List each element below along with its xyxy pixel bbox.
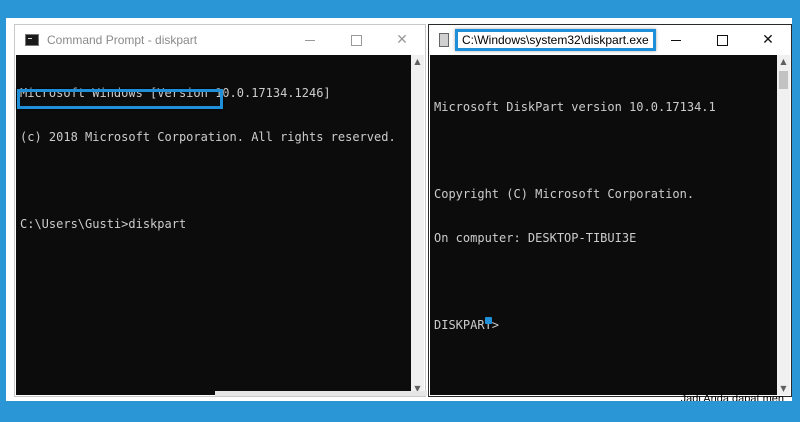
horizontal-scrollbar[interactable] [215, 391, 427, 396]
mouse-cursor-icon [485, 316, 493, 324]
window-title: Command Prompt - diskpart [47, 33, 198, 47]
window-controls: ✕ [653, 25, 791, 55]
page-canvas: Command Prompt - diskpart ✕ Microsoft Wi… [6, 18, 792, 401]
scroll-down-icon[interactable]: ▼ [779, 384, 788, 393]
diskpart-window[interactable]: C:\Windows\system32\diskpart.exe ✕ Micro… [428, 24, 792, 397]
command-highlight-box [17, 89, 223, 109]
console-line: Microsoft DiskPart version 10.0.17134.1 [434, 100, 716, 114]
prompt-line[interactable]: DISKPART> [434, 316, 777, 333]
window-title: C:\Windows\system32\diskpart.exe [455, 29, 656, 51]
maximize-icon [716, 34, 728, 46]
console-line: Copyright (C) Microsoft Corporation. [434, 187, 695, 201]
diskpart-icon [439, 33, 449, 47]
minimize-icon [305, 39, 315, 41]
console-output[interactable]: Microsoft DiskPart version 10.0.17134.1 … [430, 55, 777, 395]
scrollbar-thumb[interactable] [779, 71, 788, 89]
scroll-up-icon[interactable]: ▲ [413, 57, 422, 66]
scroll-up-icon[interactable]: ▲ [779, 57, 788, 66]
console-line: (c) 2018 Microsoft Corporation. All righ… [20, 129, 396, 144]
maximize-button[interactable] [699, 25, 745, 55]
close-button[interactable]: ✕ [745, 25, 791, 55]
minimize-button[interactable] [653, 25, 699, 55]
vertical-scrollbar[interactable]: ▲ ▼ [777, 55, 790, 395]
minimize-icon [671, 39, 681, 41]
command-line: C:\Users\Gusti>diskpart [20, 216, 187, 231]
cmd-icon [25, 34, 39, 46]
article-text-fragment: Jadi Anda dapat men [680, 394, 784, 401]
minimize-button[interactable] [287, 25, 333, 55]
command-prompt-window[interactable]: Command Prompt - diskpart ✕ Microsoft Wi… [14, 24, 427, 397]
close-icon: ✕ [762, 32, 774, 48]
maximize-button[interactable] [333, 25, 379, 55]
maximize-icon [350, 34, 362, 46]
console-line: On computer: DESKTOP-TIBUI3E [434, 230, 637, 245]
close-button[interactable]: ✕ [379, 25, 425, 55]
vertical-scrollbar[interactable]: ▲ ▼ [411, 55, 424, 395]
close-icon: ✕ [396, 32, 408, 48]
window-controls: ✕ [287, 25, 425, 55]
